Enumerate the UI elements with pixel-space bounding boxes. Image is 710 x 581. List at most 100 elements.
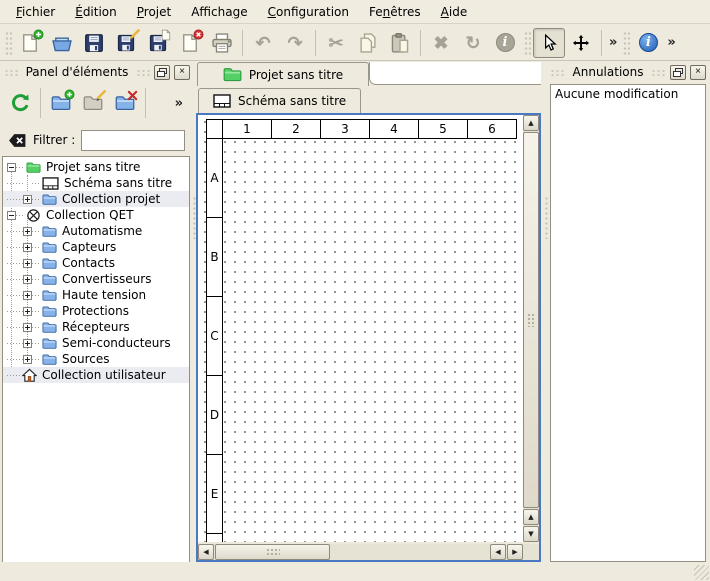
element-info-button[interactable]: i [489, 28, 521, 58]
elements-tree: Projet sans titre Schéma sans titre Coll… [2, 156, 190, 581]
tree-item-collection-qet[interactable]: Collection QET [3, 207, 189, 223]
tree-item-collection-utilisateur[interactable]: Collection utilisateur [3, 367, 189, 383]
tree-item-project[interactable]: Projet sans titre [3, 159, 189, 175]
expand-expander-icon[interactable] [23, 259, 32, 268]
print-button[interactable] [206, 28, 238, 58]
scroll-up-button[interactable]: ▲ [523, 115, 539, 131]
expand-expander-icon[interactable] [23, 291, 32, 300]
tree-item-semi-conducteurs[interactable]: Semi-conducteurs [3, 335, 189, 351]
toolbar-separator [315, 30, 316, 56]
save-as-button[interactable] [110, 28, 142, 58]
scroll-down-button[interactable]: ▼ [523, 526, 539, 542]
panel-overflow-button[interactable]: » [172, 96, 186, 111]
menu-affichage[interactable]: Affichage [181, 2, 257, 22]
save-all-button[interactable] [142, 28, 174, 58]
tree-item-sources[interactable]: Sources [3, 351, 189, 367]
pencil-icon [92, 89, 107, 104]
collapse-expander-icon[interactable] [7, 211, 16, 220]
tree-item-contacts[interactable]: Contacts [3, 255, 189, 271]
undo-list-item[interactable]: Aucune modification [551, 85, 705, 103]
menu-configuration[interactable]: Configuration [258, 2, 359, 22]
menu-fichier[interactable]: Fichier [6, 2, 65, 22]
tab-project[interactable]: Projet sans titre [197, 62, 369, 86]
filter-input[interactable] [81, 130, 185, 151]
tree-item-schema[interactable]: Schéma sans titre [3, 175, 189, 191]
vertical-scrollbar-thumb[interactable] [523, 132, 539, 508]
edit-category-button[interactable] [77, 88, 109, 118]
expand-expander-icon[interactable] [23, 227, 32, 236]
tree-item-automatisme[interactable]: Automatisme [3, 223, 189, 239]
redo-button[interactable]: ↷ [279, 28, 311, 58]
undo-button[interactable]: ↶ [247, 28, 279, 58]
elements-panel-titlebar[interactable]: Panel d'éléments × [2, 62, 192, 82]
dock-gripper [136, 68, 150, 76]
paste-button[interactable] [384, 28, 416, 58]
tree-item-convertisseurs[interactable]: Convertisseurs [3, 271, 189, 287]
about-info-button[interactable]: i [632, 28, 664, 58]
expand-expander-icon[interactable] [23, 195, 32, 204]
tab-bar-empty-area [369, 62, 541, 85]
menu-aide[interactable]: Aide [431, 2, 478, 22]
vertical-scrollbar[interactable]: ▲ ▲ ▼ [523, 115, 539, 542]
expand-expander-icon[interactable] [23, 275, 32, 284]
toolbar-handle[interactable] [4, 30, 12, 56]
expand-expander-icon[interactable] [23, 339, 32, 348]
horizontal-scrollbar-thumb[interactable] [215, 544, 330, 560]
new-document-button[interactable] [14, 28, 46, 58]
cursor-arrow-icon [540, 34, 558, 52]
scroll-right-button[interactable]: ▶ [507, 544, 523, 560]
close-dock-button[interactable]: × [690, 65, 706, 80]
selection-mode-button[interactable] [533, 28, 565, 58]
resize-grip-icon[interactable] [694, 565, 709, 580]
clear-filter-icon[interactable] [8, 133, 27, 148]
menu-fenetres[interactable]: Fenêtres [359, 2, 431, 22]
delete-category-button[interactable] [109, 88, 141, 118]
undo-panel-titlebar[interactable]: Annulations × [548, 62, 708, 82]
red-x-icon [126, 89, 139, 102]
tree-item-collection-projet[interactable]: Collection projet [3, 191, 189, 207]
tree-item-label: Protections [62, 304, 129, 318]
tree-item-haute-tension[interactable]: Haute tension [3, 287, 189, 303]
save-button[interactable] [78, 28, 110, 58]
new-category-button[interactable] [45, 88, 77, 118]
expand-expander-icon[interactable] [23, 243, 32, 252]
toolbar-separator [145, 88, 146, 118]
scroll-left-button[interactable]: ◀ [490, 544, 506, 560]
collapse-expander-icon[interactable] [7, 163, 16, 172]
schema-canvas[interactable]: 1 2 3 4 5 6 A B C D E [198, 115, 523, 542]
tree-item-protections[interactable]: Protections [3, 303, 189, 319]
toolbar-overflow-button[interactable]: » [664, 35, 678, 50]
cut-button[interactable]: ✂ [320, 28, 352, 58]
delete-button[interactable]: ✖ [425, 28, 457, 58]
tree-item-capteurs[interactable]: Capteurs [3, 239, 189, 255]
close-icon: × [179, 67, 185, 77]
expand-expander-icon[interactable] [23, 323, 32, 332]
reload-collections-button[interactable] [4, 88, 36, 118]
refresh-icon [10, 93, 31, 114]
float-dock-button[interactable] [154, 65, 170, 80]
tree-item-recepteurs[interactable]: Récepteurs [3, 319, 189, 335]
rotate-button[interactable]: ↻ [457, 28, 489, 58]
tree-item-label: Collection projet [62, 192, 160, 206]
horizontal-scrollbar[interactable]: ◀ ◀ ▶ [198, 544, 523, 560]
pan-mode-button[interactable] [565, 28, 597, 58]
menu-projet[interactable]: Projet [127, 2, 181, 22]
copy-button[interactable] [352, 28, 384, 58]
scroll-up-button[interactable]: ▲ [523, 509, 539, 525]
toolbar-overflow-button[interactable]: » [606, 35, 620, 50]
tab-schema[interactable]: Schéma sans titre [198, 88, 361, 113]
menu-edition[interactable]: Édition [65, 2, 127, 22]
toolbar-handle[interactable] [523, 30, 531, 56]
close-dock-button[interactable]: × [174, 65, 190, 80]
expand-expander-icon[interactable] [23, 307, 32, 316]
toolbar-handle[interactable] [622, 30, 630, 56]
float-dock-button[interactable] [670, 65, 686, 80]
close-icon: × [695, 67, 701, 77]
expand-expander-icon[interactable] [23, 355, 32, 364]
open-button[interactable] [46, 28, 78, 58]
menu-bar: Fichier Édition Projet Affichage Configu… [0, 0, 710, 24]
close-file-button[interactable] [174, 28, 206, 58]
schema-tab-bar: Schéma sans titre [196, 88, 545, 113]
scroll-left-button[interactable]: ◀ [198, 544, 214, 560]
restore-icon [673, 68, 683, 77]
